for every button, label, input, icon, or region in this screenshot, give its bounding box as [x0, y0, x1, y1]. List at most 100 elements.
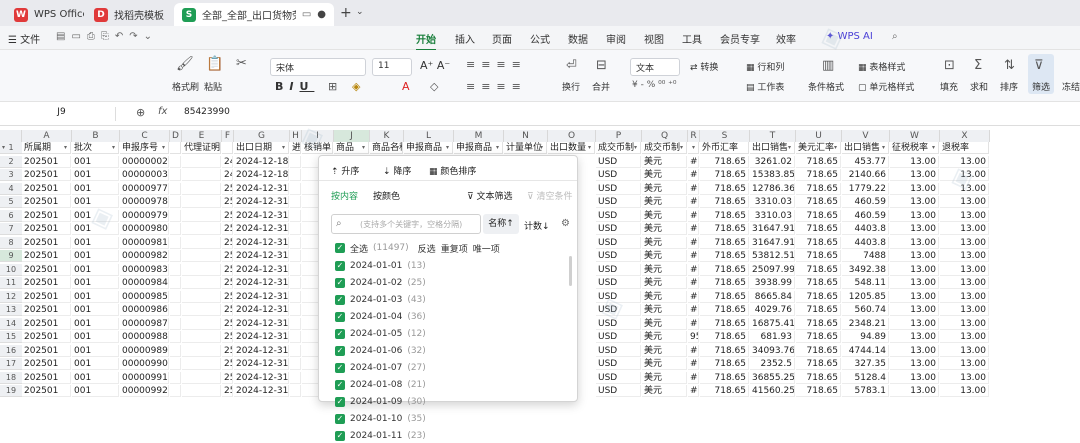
table-cell[interactable]: ##: [688, 169, 699, 181]
table-cell[interactable]: 13.00: [940, 371, 989, 384]
column-header-m[interactable]: M: [454, 130, 504, 142]
menu-view[interactable]: 视图: [644, 31, 664, 46]
table-cell[interactable]: 718.65: [796, 290, 841, 303]
cut-icon[interactable]: ✂: [236, 56, 247, 71]
table-cell[interactable]: 25: [222, 344, 233, 357]
table-cell[interactable]: 8665.84: [750, 290, 795, 303]
table-cell[interactable]: [290, 304, 301, 316]
table-cell[interactable]: 2024-12-31: [234, 358, 289, 370]
table-cell[interactable]: 31647.91: [750, 223, 795, 235]
column-header-p[interactable]: P: [596, 130, 642, 142]
table-cell[interactable]: 13.00: [940, 385, 989, 397]
tab-spreadsheet[interactable]: S 全部_全部_出口货物劳务免税 ▭ ●: [174, 3, 334, 26]
table-cell[interactable]: [290, 331, 301, 343]
table-cell[interactable]: 718.65: [796, 223, 841, 235]
table-cell[interactable]: ##: [688, 371, 699, 384]
unique-button[interactable]: 唯一项: [473, 242, 500, 255]
table-cell[interactable]: 718.65: [796, 331, 841, 343]
filter-dropdown-icon[interactable]: ▾: [586, 142, 595, 154]
menu-efficiency[interactable]: 效率: [776, 31, 796, 46]
table-cell[interactable]: 00000978: [120, 196, 169, 208]
table-cell[interactable]: 美元: [642, 169, 687, 181]
table-cell[interactable]: 202501: [22, 290, 71, 303]
table-cell[interactable]: 美元: [642, 290, 687, 303]
table-cell[interactable]: 2024-12-18: [234, 169, 289, 181]
row-header[interactable]: 17: [0, 358, 22, 370]
table-cell[interactable]: 001: [72, 290, 119, 303]
table-cell[interactable]: 718.65: [796, 169, 841, 181]
table-cell[interactable]: 2024-12-31: [234, 196, 289, 208]
table-cell[interactable]: 00000003: [120, 169, 169, 181]
table-cell[interactable]: 001: [72, 385, 119, 397]
table-cell[interactable]: 718.65: [700, 290, 749, 303]
table-cell[interactable]: 001: [72, 250, 119, 262]
table-cell[interactable]: 00000988: [120, 331, 169, 343]
tab-by-content[interactable]: 按内容: [331, 189, 358, 202]
table-cell[interactable]: [182, 277, 221, 289]
table-cell[interactable]: 718.65: [700, 385, 749, 397]
sum-button[interactable]: 求和: [970, 80, 988, 93]
table-cell[interactable]: [170, 250, 181, 262]
row-header[interactable]: 11: [0, 277, 22, 289]
table-cell[interactable]: 美元: [642, 196, 687, 208]
table-cell[interactable]: 718.65: [700, 223, 749, 235]
name-box[interactable]: J9: [8, 107, 116, 121]
table-cell[interactable]: 718.65: [796, 385, 841, 397]
column-header-r[interactable]: R: [688, 130, 700, 142]
table-cell[interactable]: ##: [688, 344, 699, 357]
table-cell[interactable]: 00000985: [120, 290, 169, 303]
table-cell[interactable]: 2348.21: [842, 317, 889, 330]
column-header-v[interactable]: V: [842, 130, 890, 142]
table-cell[interactable]: 00000986: [120, 304, 169, 316]
table-cell[interactable]: 202501: [22, 223, 71, 235]
number-format-icons[interactable]: ¥ - % ⁰⁰ ⁺⁰: [632, 80, 677, 90]
table-cell[interactable]: [182, 155, 221, 168]
row-header[interactable]: 7: [0, 223, 22, 235]
format-painter-button[interactable]: 格式刷: [172, 80, 199, 93]
table-cell[interactable]: 25: [222, 358, 233, 370]
table-cell[interactable]: [170, 344, 181, 357]
table-cell[interactable]: 327.35: [842, 358, 889, 370]
column-header-h[interactable]: H: [290, 130, 302, 142]
table-cell[interactable]: 560.74: [842, 304, 889, 316]
row-header[interactable]: 13: [0, 304, 22, 316]
column-header-n[interactable]: N: [504, 130, 548, 142]
column-header-c[interactable]: C: [120, 130, 170, 142]
table-cell[interactable]: 25: [222, 317, 233, 330]
rows-cols-button[interactable]: ▦ 行和列: [746, 60, 784, 73]
table-cell[interactable]: USD: [596, 371, 641, 384]
table-cell[interactable]: [182, 250, 221, 262]
table-cell[interactable]: 25: [222, 209, 233, 222]
table-cell[interactable]: [170, 196, 181, 208]
table-cell[interactable]: 00000984: [120, 277, 169, 289]
font-style-buttons[interactable]: BIU: [275, 80, 314, 93]
table-cell[interactable]: 202501: [22, 304, 71, 316]
table-cell[interactable]: ##: [688, 223, 699, 235]
table-cell[interactable]: 718.65: [700, 263, 749, 276]
table-cell[interactable]: 13.00: [940, 209, 989, 222]
table-cell[interactable]: 202501: [22, 277, 71, 289]
table-cell[interactable]: 718.65: [700, 304, 749, 316]
table-cell[interactable]: 202501: [22, 155, 71, 168]
table-cell[interactable]: 13.00: [940, 263, 989, 276]
table-cell[interactable]: [170, 290, 181, 303]
table-cell[interactable]: 202501: [22, 263, 71, 276]
filter-list-item[interactable]: ✓ 2024-01-11 (23): [335, 429, 426, 443]
table-cell[interactable]: USD: [596, 358, 641, 370]
table-cell[interactable]: USD: [596, 169, 641, 181]
table-cell[interactable]: 00000982: [120, 250, 169, 262]
table-cell[interactable]: 13.00: [940, 223, 989, 235]
table-cell[interactable]: 00000981: [120, 236, 169, 249]
table-cell[interactable]: 718.65: [700, 236, 749, 249]
table-cell[interactable]: ##: [688, 385, 699, 397]
table-cell[interactable]: 13.00: [890, 290, 939, 303]
table-cell[interactable]: 1205.85: [842, 290, 889, 303]
table-cell[interactable]: 13.00: [890, 277, 939, 289]
tab-by-color[interactable]: 按颜色: [373, 189, 400, 202]
column-header-w[interactable]: W: [890, 130, 940, 142]
table-cell[interactable]: [170, 223, 181, 235]
filter-button[interactable]: 筛选: [1032, 80, 1050, 93]
table-cell[interactable]: 2024-12-31: [234, 182, 289, 195]
table-cell[interactable]: 13.00: [940, 317, 989, 330]
column-header-f[interactable]: F: [222, 130, 234, 142]
